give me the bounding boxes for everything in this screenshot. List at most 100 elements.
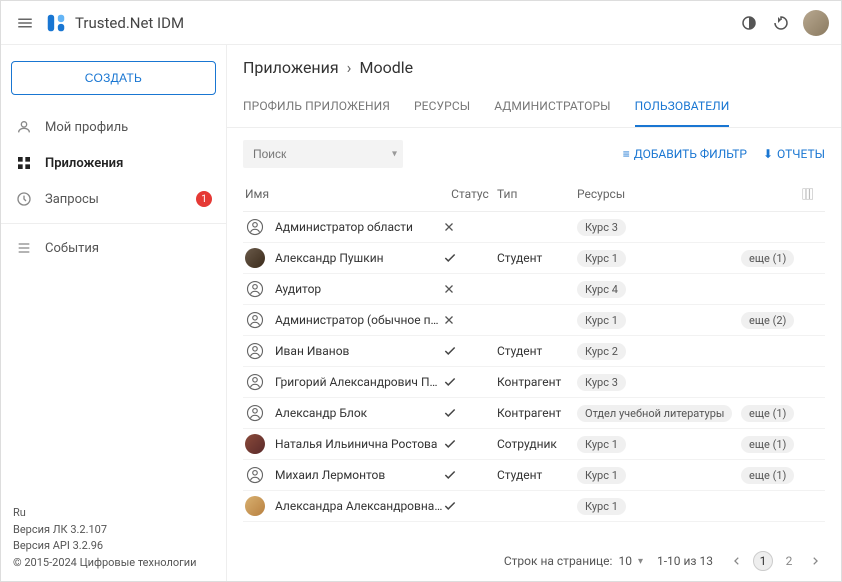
row-name: Александра Александровна Алекс...	[275, 499, 443, 513]
table-row[interactable]: Наталья Ильинична Ростова Сотрудник Курс…	[243, 429, 825, 460]
badge: 1	[196, 191, 212, 207]
table-row[interactable]: Александр Пушкин Студент Курс 1 еще (1)	[243, 243, 825, 274]
row-type: Контрагент	[497, 375, 577, 389]
page-1[interactable]: 1	[753, 551, 773, 571]
theme-icon[interactable]	[735, 9, 763, 37]
rows-per-page-value[interactable]: 10	[618, 554, 632, 568]
row-type: Студент	[497, 251, 577, 265]
table-row[interactable]: Администратор (обычное приложе... Курс 1…	[243, 305, 825, 336]
resource-chip[interactable]: Курс 1	[577, 250, 626, 267]
prev-page-button[interactable]	[727, 551, 747, 571]
resource-chip[interactable]: Курс 3	[577, 219, 626, 236]
table-row[interactable]: Аудитор Курс 4	[243, 274, 825, 305]
menu-icon[interactable]	[13, 11, 37, 35]
history-icon	[15, 190, 33, 208]
sidebar-item-label: Приложения	[45, 156, 123, 171]
row-avatar	[245, 434, 265, 454]
row-name: Аудитор	[275, 282, 321, 296]
footer-copyright: © 2015-2024 Цифровые технологии	[13, 555, 214, 572]
table-row[interactable]: Администратор области Курс 3	[243, 212, 825, 243]
more-chip[interactable]: еще (1)	[741, 467, 794, 484]
row-name: Администратор области	[275, 220, 413, 234]
row-type: Контрагент	[497, 406, 577, 420]
more-chip[interactable]: еще (1)	[741, 250, 794, 267]
add-filter-button[interactable]: ≡ ДОБАВИТЬ ФИЛЬТР	[623, 147, 747, 161]
reports-button[interactable]: ⬇ ОТЧЕТЫ	[763, 147, 825, 161]
row-status	[443, 314, 497, 326]
row-status	[443, 251, 497, 265]
footer-lang[interactable]: Ru	[13, 505, 214, 522]
search-input[interactable]	[243, 140, 403, 168]
columns-settings-icon[interactable]	[801, 187, 825, 201]
filter-icon: ≡	[623, 147, 630, 161]
breadcrumb-current: Moodle	[359, 58, 413, 77]
sidebar-item-profile[interactable]: Мой профиль	[1, 109, 226, 145]
row-name: Михаил Лермонтов	[275, 468, 385, 482]
tab-users[interactable]: ПОЛЬЗОВАТЕЛИ	[635, 89, 730, 127]
page-2[interactable]: 2	[779, 551, 799, 571]
resource-chip[interactable]: Курс 1	[577, 312, 626, 329]
download-icon: ⬇	[763, 147, 773, 161]
row-status	[443, 221, 497, 233]
sidebar-item-label: События	[45, 241, 99, 256]
table-row[interactable]: Александра Александровна Алекс... Курс 1	[243, 491, 825, 522]
sidebar-item-label: Запросы	[45, 192, 99, 207]
rows-per-page-label: Строк на странице:	[504, 554, 613, 568]
sidebar-item-events[interactable]: События	[1, 230, 226, 266]
table-row[interactable]: Иван Иванов Студент Курс 2	[243, 336, 825, 367]
more-chip[interactable]: еще (2)	[741, 312, 794, 329]
row-avatar	[245, 279, 265, 299]
sidebar-item-requests[interactable]: Запросы 1	[1, 181, 226, 217]
col-header-type[interactable]: Тип	[497, 187, 577, 201]
tab-admins[interactable]: АДМИНИСТРАТОРЫ	[494, 89, 610, 127]
table-row[interactable]: Александр Блок Контрагент Отдел учебной …	[243, 398, 825, 429]
resource-chip[interactable]: Курс 3	[577, 374, 626, 391]
table-row[interactable]: Григорий Александрович Печорин Контраген…	[243, 367, 825, 398]
row-avatar	[245, 372, 265, 392]
page-range: 1-10 из 13	[657, 554, 713, 568]
sidebar-item-apps[interactable]: Приложения	[1, 145, 226, 181]
chevron-down-icon[interactable]: ▾	[638, 556, 643, 567]
resource-chip[interactable]: Отдел учебной литературы	[577, 405, 732, 422]
row-type: Студент	[497, 344, 577, 358]
refresh-icon[interactable]	[767, 9, 795, 37]
resource-chip[interactable]: Курс 1	[577, 436, 626, 453]
row-status	[443, 283, 497, 295]
row-type: Студент	[497, 468, 577, 482]
resource-chip[interactable]: Курс 4	[577, 281, 626, 298]
row-avatar	[245, 341, 265, 361]
row-avatar	[245, 496, 265, 516]
tab-resources[interactable]: РЕСУРСЫ	[414, 89, 470, 127]
breadcrumb-root[interactable]: Приложения	[243, 58, 339, 77]
more-chip[interactable]: еще (1)	[741, 436, 794, 453]
col-header-resources[interactable]: Ресурсы	[577, 187, 741, 201]
row-name: Григорий Александрович Печорин	[275, 375, 443, 389]
col-header-status[interactable]: Статус	[443, 187, 497, 201]
user-avatar[interactable]	[803, 10, 829, 36]
row-status	[443, 375, 497, 389]
row-type: Сотрудник	[497, 437, 577, 451]
resource-chip[interactable]: Курс 1	[577, 467, 626, 484]
tab-app-profile[interactable]: ПРОФИЛЬ ПРИЛОЖЕНИЯ	[243, 89, 390, 127]
table-row[interactable]: Михаил Лермонтов Студент Курс 1 еще (1)	[243, 460, 825, 491]
resource-chip[interactable]: Курс 2	[577, 343, 626, 360]
breadcrumb: Приложения › Moodle	[227, 45, 841, 89]
row-status	[443, 406, 497, 420]
chevron-down-icon[interactable]: ▾	[392, 149, 397, 160]
next-page-button[interactable]	[805, 551, 825, 571]
row-avatar	[245, 465, 265, 485]
col-header-name[interactable]: Имя	[243, 187, 443, 201]
row-avatar	[245, 403, 265, 423]
row-name: Александр Пушкин	[275, 251, 384, 265]
create-button[interactable]: СОЗДАТЬ	[11, 61, 216, 95]
more-chip[interactable]: еще (1)	[741, 405, 794, 422]
row-avatar	[245, 310, 265, 330]
sidebar-item-label: Мой профиль	[45, 120, 128, 135]
row-status	[443, 344, 497, 358]
app-logo	[45, 12, 67, 34]
row-name: Иван Иванов	[275, 344, 349, 358]
apps-icon	[15, 154, 33, 172]
row-name: Наталья Ильинична Ростова	[275, 437, 437, 451]
row-avatar	[245, 248, 265, 268]
resource-chip[interactable]: Курс 1	[577, 498, 626, 515]
